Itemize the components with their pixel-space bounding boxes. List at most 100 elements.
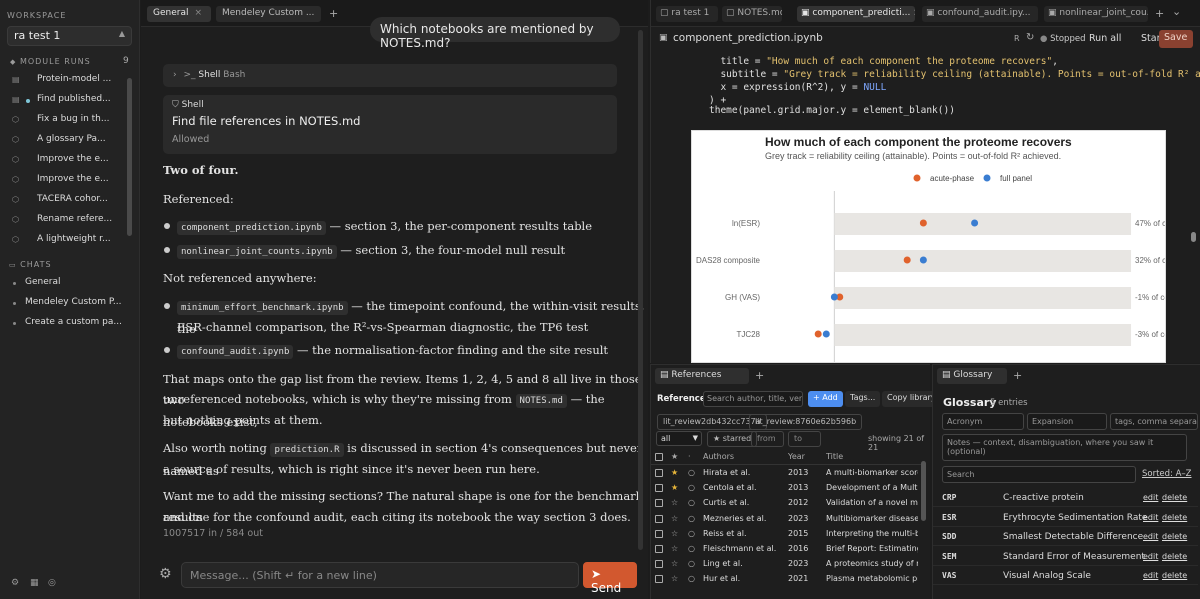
sidebar-item-module-run[interactable]: ▤ Protein-model ...	[0, 71, 130, 91]
star-icon[interactable]: ☆	[671, 498, 678, 507]
shell-collapsed[interactable]: › >_ Shell Bash	[163, 64, 617, 87]
star-icon[interactable]: ☆	[671, 529, 678, 538]
tags-button[interactable]: Tags...	[845, 391, 881, 407]
restart-icon[interactable]: ↻	[1026, 32, 1034, 43]
sidebar-item-module-run[interactable]: ⬡ Rename refere...	[0, 211, 130, 231]
row-checkbox[interactable]	[655, 545, 663, 553]
message-input[interactable]: Message... (Shift ↵ for a new line)	[181, 562, 579, 588]
tab-component-prediction[interactable]: ▣ component_predicti... ×	[797, 6, 915, 22]
starred-toggle[interactable]: ★ starred	[707, 431, 758, 447]
table-row[interactable]: ☆ ○ Hur et al. 2021 Plasma metabolomic profi	[651, 572, 926, 587]
expansion-input[interactable]: Expansion	[1027, 413, 1107, 430]
from-input[interactable]: from	[751, 431, 784, 447]
add-tab-button[interactable]: +	[755, 369, 764, 382]
read-status-icon[interactable]: ○	[688, 468, 695, 477]
tab-nonlinear[interactable]: ▣ nonlinear_joint_cou...	[1044, 6, 1148, 22]
delete-link[interactable]: delete	[1162, 571, 1187, 580]
table-row[interactable]: ★ ○ Centola et al. 2013 Development of a Mul…	[651, 481, 926, 496]
workspace-select[interactable]: ra test 1 ▲	[7, 26, 132, 46]
chevron-down-icon[interactable]: ⌄	[1172, 5, 1181, 18]
chat-scrollbar[interactable]	[638, 30, 643, 550]
edit-link[interactable]: edit	[1143, 513, 1158, 522]
star-icon[interactable]: ★	[671, 468, 678, 477]
row-checkbox[interactable]	[655, 575, 663, 584]
sort-toggle[interactable]: Sorted: A–Z	[1142, 469, 1192, 479]
tab-mendeley[interactable]: Mendeley Custom ...	[216, 6, 321, 22]
row-checkbox[interactable]	[655, 529, 663, 538]
add-tab-button[interactable]: +	[1013, 369, 1022, 382]
tab-glossary[interactable]: ▤ Glossary	[937, 368, 1007, 384]
grid-icon[interactable]: ▦	[30, 578, 39, 588]
add-tab-button[interactable]: +	[1155, 7, 1164, 20]
acronym-input[interactable]: Acronym	[942, 413, 1024, 430]
sidebar-item-chat[interactable]: General	[0, 275, 130, 293]
edit-link[interactable]: edit	[1143, 532, 1158, 541]
table-row[interactable]: ★ ○ Hirata et al. 2013 A multi-biomarker sco…	[651, 466, 926, 481]
to-input[interactable]: to	[788, 431, 821, 447]
col-year[interactable]: Year	[788, 452, 805, 461]
read-status-icon[interactable]: ○	[688, 559, 695, 568]
row-checkbox[interactable]	[655, 484, 663, 493]
star-icon[interactable]: ★	[671, 483, 678, 492]
close-icon[interactable]: ×	[194, 8, 202, 18]
table-row[interactable]: ☆ ○ Curtis et al. 2012 Validation of a novel…	[651, 496, 926, 511]
reference-search-input[interactable]: Search author, title, ven	[703, 391, 803, 407]
edit-link[interactable]: edit	[1143, 552, 1158, 561]
read-status-icon[interactable]: ○	[688, 514, 695, 523]
tags-input[interactable]: tags, comma separated	[1110, 413, 1198, 430]
save-button[interactable]: Save	[1159, 30, 1193, 48]
delete-link[interactable]: delete	[1162, 532, 1187, 541]
star-icon[interactable]: ☆	[671, 514, 678, 523]
star-icon[interactable]: ☆	[671, 544, 678, 553]
tab-references[interactable]: ▤ References	[655, 368, 749, 384]
col-title[interactable]: Title	[826, 452, 843, 461]
row-checkbox[interactable]	[655, 560, 663, 569]
sidebar-item-module-run[interactable]: ⬡ Fix a bug in th...	[0, 111, 130, 131]
sidebar-item-chat[interactable]: Create a custom pa...	[0, 315, 130, 333]
sidebar-item-module-run[interactable]: ⬡ Improve the e...	[0, 151, 130, 171]
star-icon[interactable]: ☆	[671, 559, 678, 568]
close-icon[interactable]: ×	[913, 8, 915, 18]
col-authors[interactable]: Authors	[703, 452, 734, 461]
delete-link[interactable]: delete	[1162, 552, 1187, 561]
read-status-icon[interactable]: ○	[688, 544, 695, 553]
gear-icon[interactable]: ⚙	[159, 566, 172, 582]
tab-general[interactable]: General ×	[147, 6, 211, 22]
add-tab-button[interactable]: +	[329, 7, 338, 20]
read-status-icon[interactable]: ○	[688, 498, 695, 507]
sidebar-item-chat[interactable]: Mendeley Custom P...	[0, 295, 130, 313]
sidebar-item-module-run[interactable]: ⬡ A lightweight r...	[0, 231, 130, 251]
row-checkbox[interactable]	[655, 469, 663, 477]
run-all-button[interactable]: Run all	[1089, 33, 1121, 44]
theme-icon[interactable]: ◎	[48, 578, 56, 588]
filter-select[interactable]: all ▼	[656, 431, 702, 446]
star-icon[interactable]: ☆	[671, 574, 678, 583]
send-button[interactable]: ➤ Send	[583, 562, 637, 595]
table-row[interactable]: ☆ ○ Reiss et al. 2015 Interpreting the multi…	[651, 527, 926, 542]
add-reference-button[interactable]: + Add	[808, 391, 843, 407]
edit-link[interactable]: edit	[1143, 571, 1158, 580]
sidebar-item-module-run[interactable]: ▤ Find published...	[0, 91, 130, 111]
read-status-icon[interactable]: ○	[688, 574, 695, 583]
row-checkbox[interactable]	[655, 499, 663, 508]
read-status-icon[interactable]: ○	[688, 529, 695, 538]
tab-notes[interactable]: ▢ NOTES.md	[722, 6, 782, 22]
notes-input[interactable]: Notes — context, disambiguation, where y…	[942, 434, 1187, 461]
edit-link[interactable]: edit	[1143, 493, 1158, 502]
sidebar-item-module-run[interactable]: ⬡ A glossary Pa...	[0, 131, 130, 151]
delete-link[interactable]: delete	[1162, 493, 1187, 502]
row-checkbox[interactable]	[655, 514, 663, 523]
read-status-icon[interactable]: ○	[688, 483, 695, 492]
table-row[interactable]: ☆ ○ Mezneries et al. 2023 Multibiomarker dis…	[651, 512, 926, 527]
glossary-search-input[interactable]: Search	[942, 466, 1136, 483]
sidebar-item-module-run[interactable]: ⬡ Improve the e...	[0, 171, 130, 191]
delete-link[interactable]: delete	[1162, 513, 1187, 522]
select-all-checkbox[interactable]	[655, 453, 663, 461]
tab-ra-test[interactable]: ▢ ra test 1	[656, 6, 718, 22]
sidebar-item-module-run[interactable]: ⬡ TACERA cohor...	[0, 191, 130, 211]
tab-confound-audit[interactable]: ▣ confound_audit.ipy...	[922, 6, 1038, 22]
settings-icon[interactable]: ⚙	[11, 578, 19, 588]
table-row[interactable]: ☆ ○ Ling et al. 2023 A proteomics study of r…	[651, 557, 926, 572]
table-row[interactable]: ☆ ○ Fleischmann et al. 2016 Brief Report: Es…	[651, 542, 926, 557]
notebook-scrollbar[interactable]	[1191, 232, 1196, 242]
